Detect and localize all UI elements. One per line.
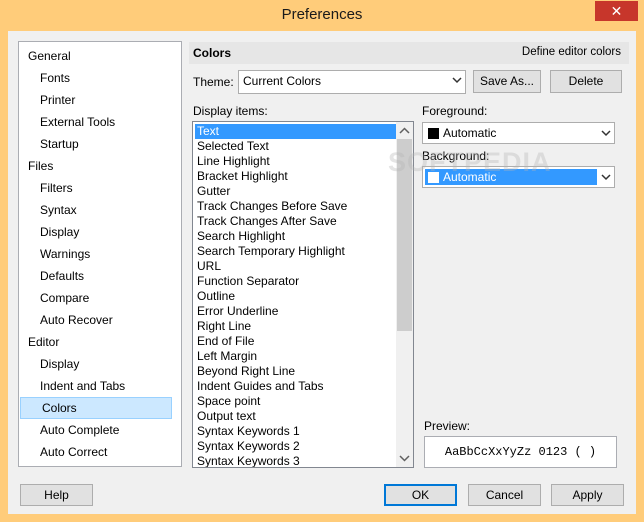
nav-item-startup[interactable]: Startup — [19, 133, 181, 155]
nav-item-external-tools[interactable]: External Tools — [19, 111, 181, 133]
theme-select-value: Current Colors — [243, 74, 322, 88]
save-as-button[interactable]: Save As... — [473, 70, 541, 93]
nav-item-defaults[interactable]: Defaults — [19, 265, 181, 287]
list-item[interactable]: Bracket Highlight — [195, 169, 397, 184]
list-item[interactable]: Right Line — [195, 319, 397, 334]
cancel-button[interactable]: Cancel — [468, 484, 541, 506]
ok-button[interactable]: OK — [384, 484, 457, 506]
nav-item-general[interactable]: General — [19, 45, 181, 67]
list-item[interactable]: Track Changes Before Save — [195, 199, 397, 214]
list-item[interactable]: End of File — [195, 334, 397, 349]
theme-label: Theme: — [193, 75, 234, 89]
list-item[interactable]: Space point — [195, 394, 397, 409]
nav-item-auto-correct[interactable]: Auto Correct — [19, 441, 181, 463]
nav-item-auto-recover[interactable]: Auto Recover — [19, 309, 181, 331]
list-item[interactable]: Indent Guides and Tabs — [195, 379, 397, 394]
nav-item-auto-complete[interactable]: Auto Complete — [19, 419, 181, 441]
preview-box: AaBbCcXxYyZz 0123 ( ) — [424, 436, 617, 468]
chevron-down-icon — [452, 77, 462, 84]
close-button[interactable]: ✕ — [595, 1, 638, 21]
list-item[interactable]: Line Highlight — [195, 154, 397, 169]
list-item[interactable]: Track Changes After Save — [195, 214, 397, 229]
list-item[interactable]: Error Underline — [195, 304, 397, 319]
nav-item-fonts[interactable]: Fonts — [19, 67, 181, 89]
display-items-label: Display items: — [193, 104, 268, 118]
nav-item-indent-and-tabs[interactable]: Indent and Tabs — [19, 375, 181, 397]
nav-item-editor[interactable]: Editor — [19, 331, 181, 353]
list-item[interactable]: Text — [195, 124, 397, 139]
panel-title: Colors — [193, 46, 232, 60]
window-title: Preferences — [281, 6, 363, 23]
panel-description: Define editor colors — [521, 46, 621, 58]
theme-select[interactable]: Current Colors — [238, 70, 466, 94]
nav-item-files[interactable]: Files — [19, 155, 181, 177]
foreground-select-value: Automatic — [443, 126, 497, 140]
list-item[interactable]: Selected Text — [195, 139, 397, 154]
list-item[interactable]: Function Separator — [195, 274, 397, 289]
panel-header: Colors Define editor colors — [189, 42, 629, 64]
dialog-body: General Fonts Printer External Tools Startup… — [8, 31, 636, 514]
list-item[interactable]: Search Temporary Highlight — [195, 244, 397, 259]
close-icon: ✕ — [610, 2, 623, 19]
list-item[interactable]: Left Margin — [195, 349, 397, 364]
scroll-down-icon[interactable] — [396, 450, 413, 467]
title-bar[interactable]: Preferences ✕ — [0, 0, 644, 31]
list-item[interactable]: Gutter — [195, 184, 397, 199]
scroll-up-icon[interactable] — [396, 122, 413, 139]
chevron-down-icon — [601, 174, 611, 181]
help-button[interactable]: Help — [20, 484, 93, 506]
list-item[interactable]: Beyond Right Line — [195, 364, 397, 379]
list-item[interactable]: URL — [195, 259, 397, 274]
list-item[interactable]: Syntax Keywords 3 — [195, 454, 397, 467]
nav-item-colors[interactable]: Colors — [20, 397, 172, 419]
list-item[interactable]: Outline — [195, 289, 397, 304]
nav-item-filters[interactable]: Filters — [19, 177, 181, 199]
list-item[interactable]: Syntax Keywords 2 — [195, 439, 397, 454]
preferences-window: Preferences ✕ General Fonts Printer Externa… — [0, 0, 644, 522]
list-item[interactable]: Output text — [195, 409, 397, 424]
nav-item-syntax[interactable]: Syntax — [19, 199, 181, 221]
list-item[interactable]: Search Highlight — [195, 229, 397, 244]
apply-button[interactable]: Apply — [551, 484, 624, 506]
foreground-color-swatch — [428, 128, 439, 139]
watermark: SOFTPEDIA — [388, 147, 552, 177]
delete-button[interactable]: Delete — [550, 70, 622, 93]
category-tree[interactable]: General Fonts Printer External Tools Startup… — [18, 41, 182, 467]
list-item[interactable]: Syntax Keywords 1 — [195, 424, 397, 439]
chevron-down-icon — [601, 130, 611, 137]
nav-item-warnings[interactable]: Warnings — [19, 243, 181, 265]
nav-item-printer[interactable]: Printer — [19, 89, 181, 111]
preview-label: Preview: — [424, 419, 471, 433]
nav-item-display[interactable]: Display — [19, 353, 181, 375]
display-items-list[interactable]: Syntax Keywords 3 Syntax Keywords 2 Syntax… — [192, 121, 414, 468]
foreground-label: Foreground: — [422, 104, 488, 118]
foreground-select[interactable]: Automatic — [422, 122, 615, 144]
nav-item-compare[interactable]: Compare — [19, 287, 181, 309]
nav-item-display[interactable]: Display — [19, 221, 181, 243]
